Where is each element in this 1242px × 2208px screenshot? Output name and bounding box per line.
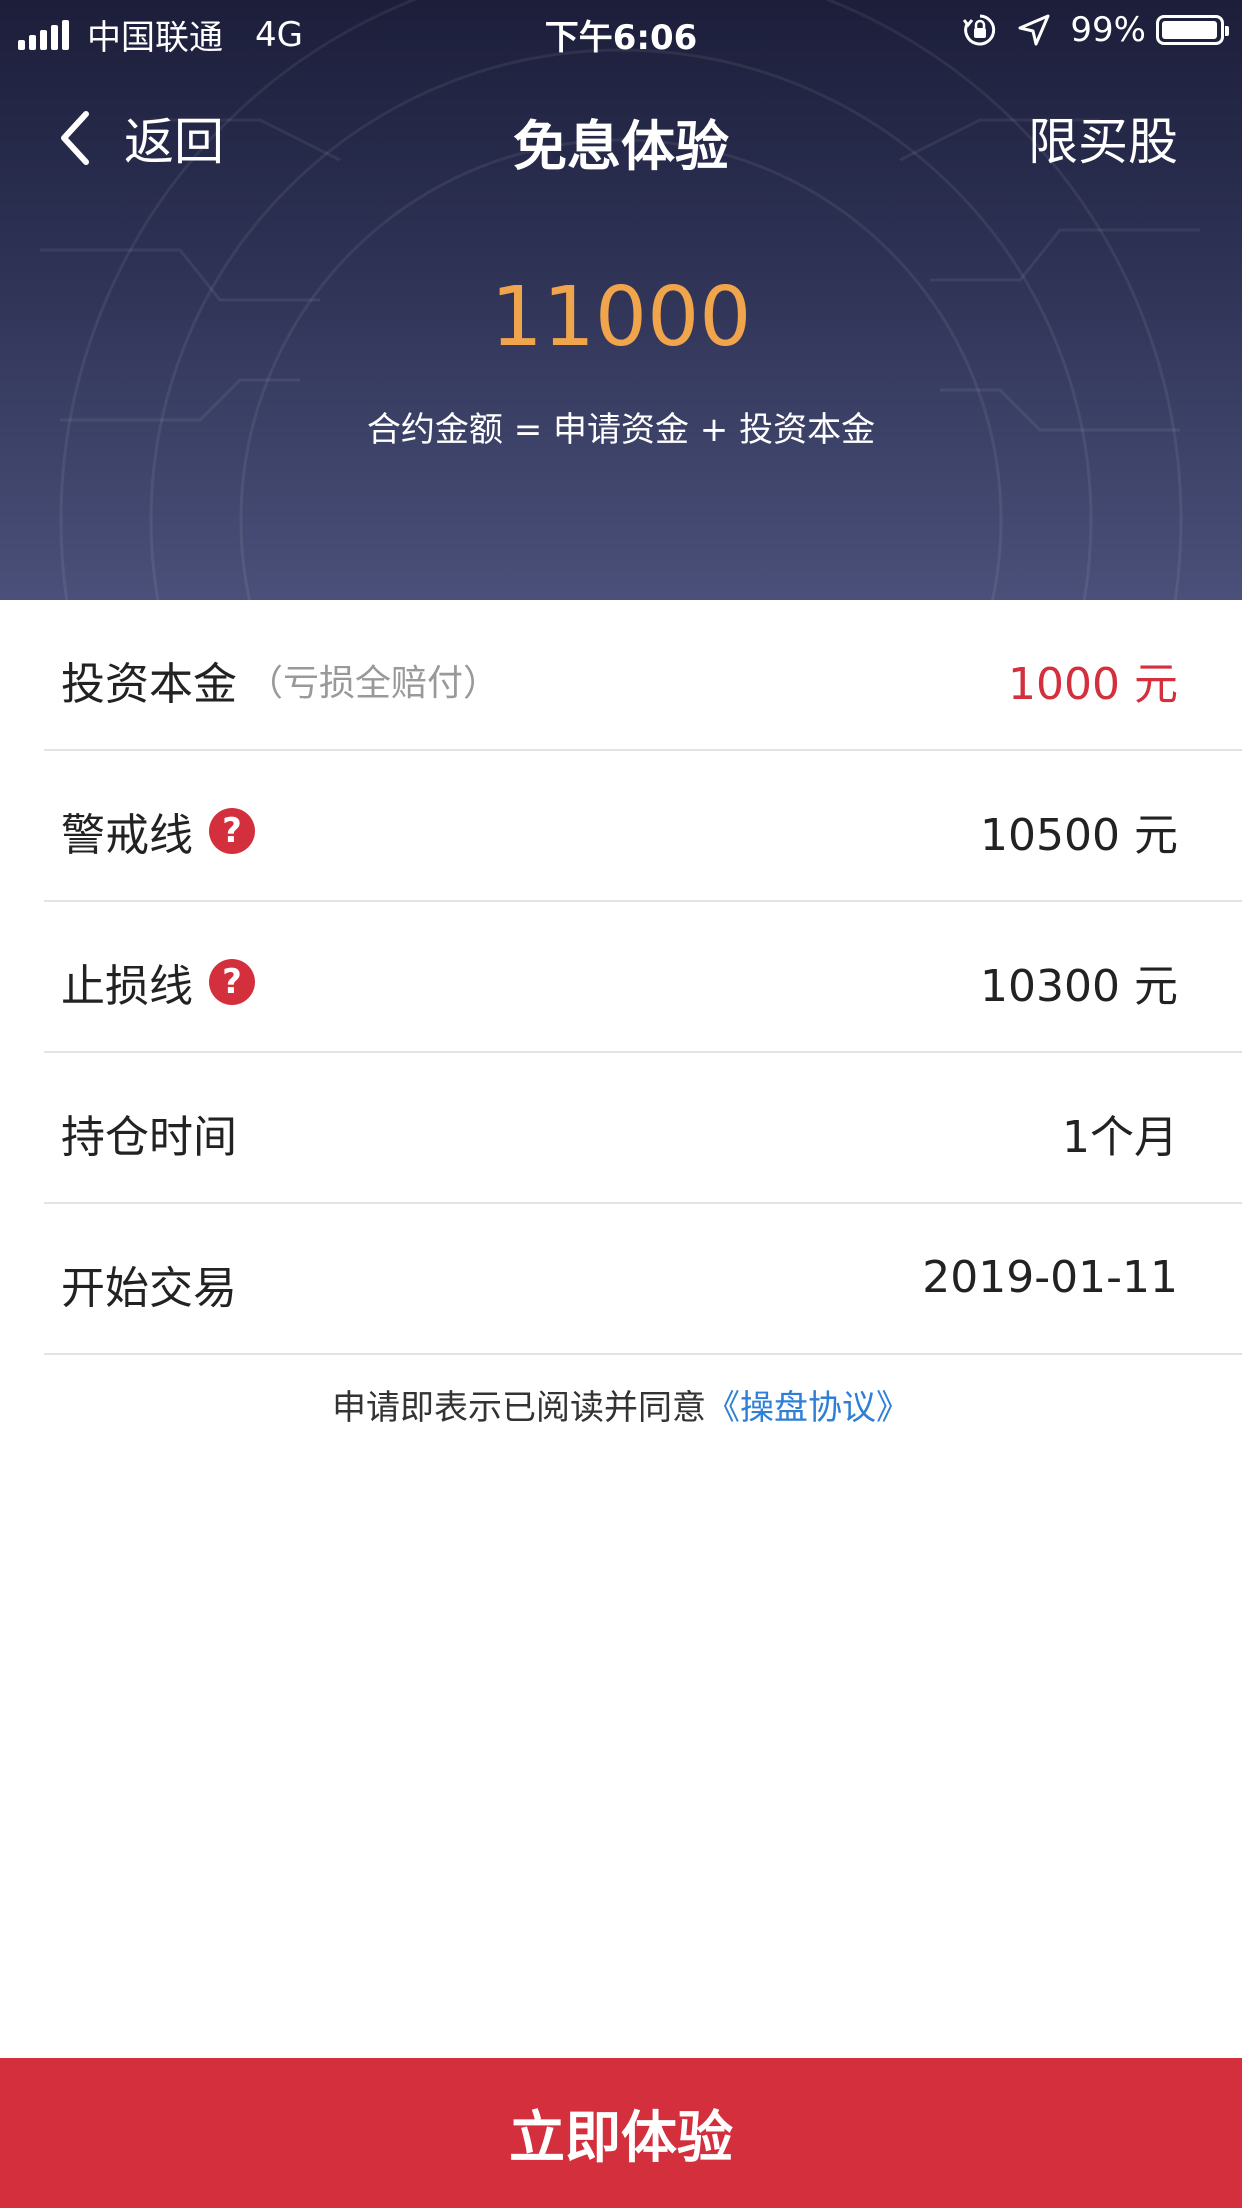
status-bar: 中国联通 4G 下午6:06 99% [0,0,1242,60]
row-warning-line: 警戒线 ? 10500 元 [44,751,1242,902]
row-holding-period: 持仓时间 1个月 [44,1053,1242,1204]
row-start-trading: 开始交易 2019-01-11 [44,1204,1242,1355]
agreement-text: 申请即表示已阅读并同意 [332,1388,706,1428]
row-value: 1000 元 [1008,659,1178,710]
row-label: 警戒线 [61,810,193,861]
agreement-notice: 申请即表示已阅读并同意《操盘协议》 [0,1380,1242,1429]
battery-percent: 99% [1070,10,1146,50]
row-stop-loss-line: 止损线 ? 10300 元 [44,902,1242,1053]
row-label: 投资本金 [61,659,237,710]
battery-icon [1156,15,1229,45]
row-label: 开始交易 [61,1263,237,1314]
nav-bar: 返回 免息体验 限买股 [0,90,1242,180]
row-label: 持仓时间 [61,1112,237,1163]
header-hero: 中国联通 4G 下午6:06 99% 返回 免息体验 限买股 11000 合约金… [0,0,1242,600]
contract-amount: 11000 [490,270,752,365]
rotation-lock-icon [963,14,996,46]
restricted-stocks-link[interactable]: 限买股 [1028,102,1178,174]
row-hint: （亏损全赔付） [247,663,500,704]
experience-now-button[interactable]: 立即体验 [0,2058,1242,2208]
location-icon [1018,14,1050,46]
row-value: 1个月 [1062,1112,1178,1163]
details-list: 投资本金 （亏损全赔付） 1000 元 警戒线 ? 10500 元 止损线 ? … [0,600,1242,1355]
amount-formula: 合约金额 = 申请资金 + 投资本金 [366,410,876,450]
row-value: 10300 元 [980,961,1178,1012]
help-icon[interactable]: ? [209,808,255,854]
help-icon[interactable]: ? [209,959,255,1005]
row-investment-principal: 投资本金 （亏损全赔付） 1000 元 [44,600,1242,751]
row-label: 止损线 [61,961,193,1012]
row-value: 10500 元 [980,810,1178,861]
trading-agreement-link[interactable]: 《操盘协议》 [706,1388,910,1428]
row-value: 2019-01-11 [922,1252,1178,1303]
